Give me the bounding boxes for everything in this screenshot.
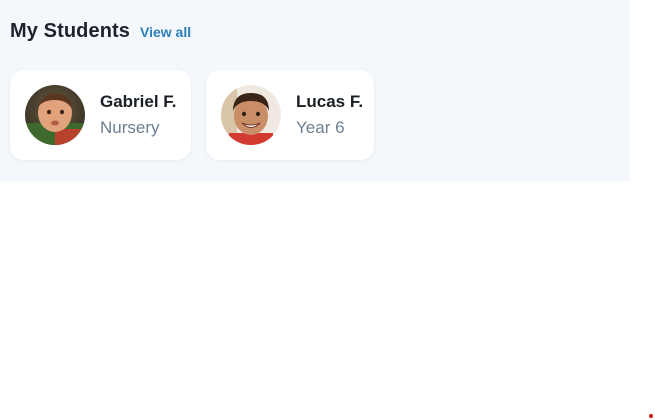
student-grade: Nursery	[100, 118, 160, 137]
student-grade: Year 6	[296, 118, 345, 137]
student-avatar	[25, 85, 85, 145]
section-header: My Students View all	[10, 20, 191, 43]
view-all-link[interactable]: View all	[140, 24, 191, 40]
student-card-gabriel[interactable]: Gabriel F. Nursery	[10, 70, 191, 160]
student-info: Lucas F. Year 6	[296, 91, 363, 139]
indicator-dot	[649, 414, 653, 418]
child-photo-avatar	[25, 85, 85, 145]
student-name: Gabriel F.	[100, 92, 177, 111]
my-students-panel: My Students View all Gabriel F. Nursery …	[0, 0, 630, 181]
student-avatar	[221, 85, 281, 145]
child-photo-avatar	[221, 85, 281, 145]
student-info: Gabriel F. Nursery	[100, 91, 177, 139]
student-name: Lucas F.	[296, 92, 364, 111]
student-card-lucas[interactable]: Lucas F. Year 6	[206, 70, 374, 160]
section-title: My Students	[10, 20, 130, 42]
